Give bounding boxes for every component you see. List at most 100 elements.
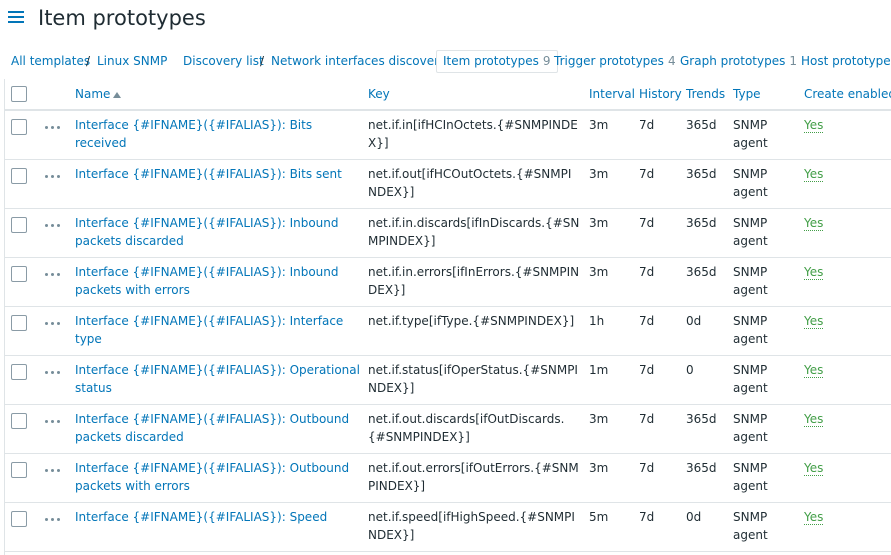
item-type: SNMP agent bbox=[733, 216, 768, 248]
item-key: net.if.type[ifType.{#SNMPINDEX}] bbox=[368, 314, 575, 328]
more-options-icon[interactable] bbox=[45, 322, 61, 328]
table-row: Interface {#IFNAME}({#IFALIAS}): Outboun… bbox=[5, 454, 891, 503]
page-header: Item prototypes bbox=[0, 0, 891, 38]
breadcrumb-template[interactable]: Linux SNMP bbox=[97, 46, 167, 76]
tab-graph-prototypes-count: 1 bbox=[789, 54, 797, 68]
more-options-icon[interactable] bbox=[45, 518, 61, 524]
item-key: net.if.out.discards[ifOutDiscards.{#SNMP… bbox=[368, 412, 565, 444]
more-options-icon[interactable] bbox=[45, 371, 61, 377]
table-row: Interface {#IFNAME}({#IFALIAS}): Bits re… bbox=[5, 111, 891, 160]
item-prototype-name-link[interactable]: Interface {#IFNAME}({#IFALIAS}): Inbound… bbox=[75, 265, 339, 297]
item-interval: 3m bbox=[589, 265, 609, 279]
item-prototype-name-link[interactable]: Interface {#IFNAME}({#IFALIAS}): Inbound… bbox=[75, 216, 339, 248]
item-interval: 1m bbox=[589, 363, 609, 377]
select-all-checkbox[interactable] bbox=[11, 86, 27, 102]
breadcrumb-all-templates[interactable]: All templates bbox=[11, 46, 90, 76]
column-header-history[interactable]: History bbox=[639, 79, 682, 109]
tab-host-prototypes[interactable]: Host prototypes bbox=[801, 46, 891, 76]
row-checkbox[interactable] bbox=[11, 266, 27, 282]
breadcrumb-separator: / bbox=[86, 54, 91, 68]
column-header-type[interactable]: Type bbox=[733, 79, 761, 109]
item-key: net.if.out[ifHCOutOctets.{#SNMPINDEX}] bbox=[368, 167, 572, 199]
row-checkbox[interactable] bbox=[11, 119, 27, 135]
item-type: SNMP agent bbox=[733, 265, 768, 297]
table-row: Interface {#IFNAME}({#IFALIAS}): Interfa… bbox=[5, 307, 891, 356]
create-enabled-toggle[interactable]: Yes bbox=[804, 363, 824, 378]
menu-icon[interactable] bbox=[8, 11, 24, 24]
create-enabled-toggle[interactable]: Yes bbox=[804, 265, 824, 280]
item-prototype-name-link[interactable]: Interface {#IFNAME}({#IFALIAS}): Bits se… bbox=[75, 167, 342, 181]
create-enabled-toggle[interactable]: Yes bbox=[804, 314, 824, 329]
item-history: 7d bbox=[639, 314, 655, 328]
item-trends: 365d bbox=[686, 167, 717, 181]
create-enabled-toggle[interactable]: Yes bbox=[804, 510, 824, 525]
breadcrumb: All templates / Linux SNMP Discovery lis… bbox=[0, 46, 891, 76]
table-row: Interface {#IFNAME}({#IFALIAS}): Outboun… bbox=[5, 405, 891, 454]
create-enabled-toggle[interactable]: Yes bbox=[804, 118, 824, 133]
tab-trigger-prototypes[interactable]: Trigger prototypes 4 bbox=[554, 46, 676, 76]
item-interval: 3m bbox=[589, 412, 609, 426]
item-history: 7d bbox=[639, 265, 655, 279]
item-prototype-name-link[interactable]: Interface {#IFNAME}({#IFALIAS}): Operati… bbox=[75, 363, 360, 395]
item-prototype-name-link[interactable]: Interface {#IFNAME}({#IFALIAS}): Bits re… bbox=[75, 118, 312, 150]
item-type: SNMP agent bbox=[733, 363, 768, 395]
item-interval: 3m bbox=[589, 118, 609, 132]
item-prototypes-table: Name Key Interval History Trends Type Cr… bbox=[4, 79, 891, 555]
item-prototype-name-link[interactable]: Interface {#IFNAME}({#IFALIAS}): Outboun… bbox=[75, 461, 349, 493]
create-enabled-toggle[interactable]: Yes bbox=[804, 412, 824, 427]
row-checkbox[interactable] bbox=[11, 462, 27, 478]
create-enabled-toggle[interactable]: Yes bbox=[804, 167, 824, 182]
column-header-name[interactable]: Name bbox=[75, 79, 122, 109]
item-history: 7d bbox=[639, 412, 655, 426]
column-header-trends[interactable]: Trends bbox=[686, 79, 725, 109]
item-trends: 365d bbox=[686, 265, 717, 279]
tab-item-prototypes-count: 9 bbox=[542, 54, 551, 68]
column-header-interval[interactable]: Interval bbox=[589, 79, 635, 109]
item-prototype-name-link[interactable]: Interface {#IFNAME}({#IFALIAS}): Speed bbox=[75, 510, 327, 524]
item-type: SNMP agent bbox=[733, 461, 768, 493]
item-key: net.if.in.discards[ifInDiscards.{#SNMPIN… bbox=[368, 216, 580, 248]
tab-trigger-prototypes-count: 4 bbox=[667, 54, 676, 68]
table-row: Interface {#IFNAME}({#IFALIAS}): Inbound… bbox=[5, 209, 891, 258]
create-enabled-toggle[interactable]: Yes bbox=[804, 461, 824, 476]
table-row: Interface {#IFNAME}({#IFALIAS}): Inbound… bbox=[5, 258, 891, 307]
row-checkbox[interactable] bbox=[11, 168, 27, 184]
table-header: Name Key Interval History Trends Type Cr… bbox=[5, 79, 891, 111]
row-checkbox[interactable] bbox=[11, 511, 27, 527]
item-trends: 0d bbox=[686, 510, 702, 524]
row-checkbox[interactable] bbox=[11, 364, 27, 380]
breadcrumb-discovery-list[interactable]: Discovery list bbox=[183, 46, 264, 76]
row-checkbox[interactable] bbox=[11, 413, 27, 429]
table-row: Interface {#IFNAME}({#IFALIAS}): Operati… bbox=[5, 356, 891, 405]
table-row: Interface {#IFNAME}({#IFALIAS}): Speed ne… bbox=[5, 503, 891, 552]
breadcrumb-discovery-rule[interactable]: Network interfaces discovery bbox=[271, 46, 446, 76]
column-header-key[interactable]: Key bbox=[368, 79, 390, 109]
item-type: SNMP agent bbox=[733, 314, 768, 346]
sort-ascending-icon bbox=[113, 92, 122, 98]
item-type: SNMP agent bbox=[733, 412, 768, 444]
more-options-icon[interactable] bbox=[45, 469, 61, 475]
item-type: SNMP agent bbox=[733, 510, 768, 542]
item-interval: 3m bbox=[589, 216, 609, 230]
more-options-icon[interactable] bbox=[45, 420, 61, 426]
item-key: net.if.speed[ifHighSpeed.{#SNMPINDEX}] bbox=[368, 510, 575, 542]
row-checkbox[interactable] bbox=[11, 315, 27, 331]
more-options-icon[interactable] bbox=[45, 126, 61, 132]
item-history: 7d bbox=[639, 216, 655, 230]
tab-graph-prototypes[interactable]: Graph prototypes 1 bbox=[680, 46, 797, 76]
more-options-icon[interactable] bbox=[45, 273, 61, 279]
more-options-icon[interactable] bbox=[45, 175, 61, 181]
item-interval: 3m bbox=[589, 167, 609, 181]
tab-item-prototypes[interactable]: Item prototypes 9 bbox=[436, 50, 558, 73]
row-checkbox[interactable] bbox=[11, 217, 27, 233]
item-key: net.if.in[ifHCInOctets.{#SNMPINDEX}] bbox=[368, 118, 578, 150]
item-key: net.if.in.errors[ifInErrors.{#SNMPINDEX}… bbox=[368, 265, 580, 297]
column-header-name-label: Name bbox=[75, 87, 111, 101]
tab-item-prototypes-label: Item prototypes bbox=[443, 54, 539, 68]
create-enabled-toggle[interactable]: Yes bbox=[804, 216, 824, 231]
column-header-create-enabled[interactable]: Create enabled bbox=[804, 79, 891, 109]
item-prototype-name-link[interactable]: Interface {#IFNAME}({#IFALIAS}): Interfa… bbox=[75, 314, 343, 346]
more-options-icon[interactable] bbox=[45, 224, 61, 230]
item-trends: 365d bbox=[686, 118, 717, 132]
item-prototype-name-link[interactable]: Interface {#IFNAME}({#IFALIAS}): Outboun… bbox=[75, 412, 349, 444]
